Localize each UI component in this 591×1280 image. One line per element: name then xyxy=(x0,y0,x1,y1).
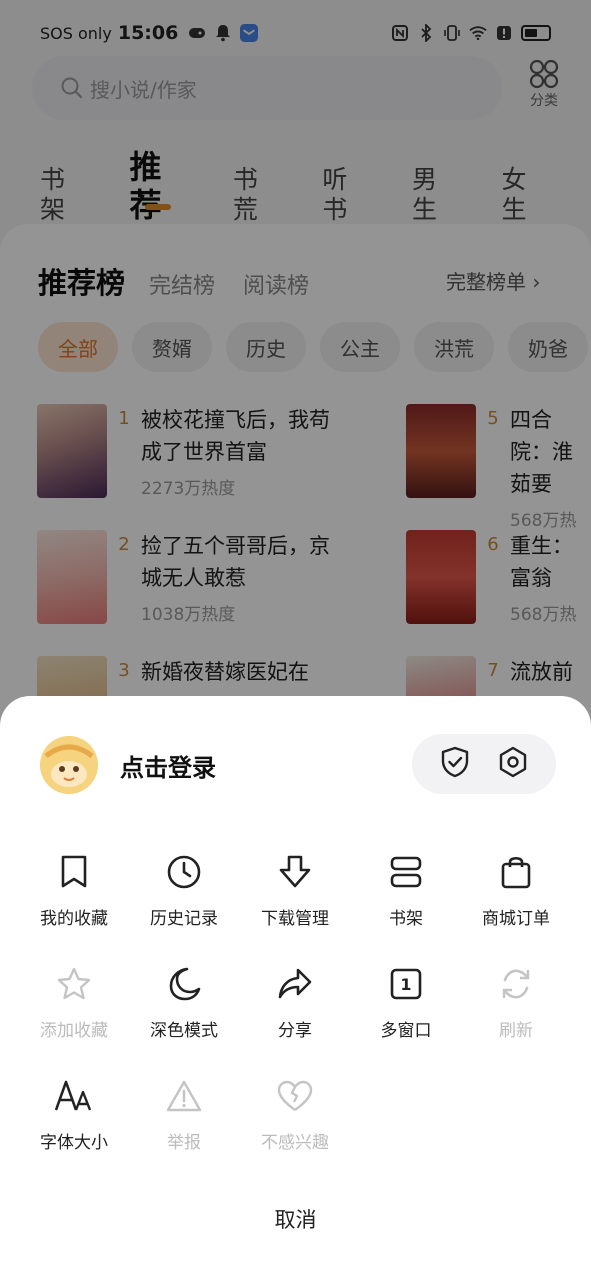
menu-sheet: 点击登录 我的收藏 历史记录 下载管理 书架 商城订单 添加收藏 深色模式 分享… xyxy=(0,696,591,1280)
multi-window-icon: 1 xyxy=(386,964,426,1004)
cancel-button[interactable]: 取消 xyxy=(0,1204,591,1234)
window-count-badge: 1 xyxy=(400,974,412,994)
broken-heart-icon xyxy=(275,1076,315,1116)
history-button[interactable]: 历史记录 xyxy=(129,852,239,929)
favorites-label: 我的收藏 xyxy=(40,909,108,929)
avatar[interactable] xyxy=(40,736,98,794)
report-label: 举报 xyxy=(167,1133,201,1153)
download-manager-label: 下载管理 xyxy=(261,909,329,929)
not-interested-button[interactable]: 不感兴趣 xyxy=(240,1076,350,1153)
font-size-icon xyxy=(54,1076,94,1116)
favorites-button[interactable]: 我的收藏 xyxy=(19,852,129,929)
font-size-button[interactable]: 字体大小 xyxy=(19,1076,129,1153)
warning-icon xyxy=(164,1076,204,1116)
store-orders-label: 商城订单 xyxy=(482,909,550,929)
bookshelf-label: 书架 xyxy=(389,909,423,929)
share-button[interactable]: 分享 xyxy=(240,964,350,1041)
bookshelf-icon xyxy=(386,852,426,892)
download-icon xyxy=(275,852,315,892)
multi-window-label: 多窗口 xyxy=(380,1021,432,1041)
store-orders-button[interactable]: 商城订单 xyxy=(461,852,571,929)
settings-icon[interactable] xyxy=(496,745,530,783)
dark-mode-button[interactable]: 深色模式 xyxy=(129,964,239,1041)
report-button[interactable]: 举报 xyxy=(129,1076,239,1153)
share-label: 分享 xyxy=(278,1021,312,1041)
share-icon xyxy=(275,964,315,1004)
dark-mode-label: 深色模式 xyxy=(150,1021,218,1041)
shopping-bag-icon xyxy=(496,852,536,892)
add-favorite-button[interactable]: 添加收藏 xyxy=(19,964,129,1041)
clock-icon xyxy=(164,852,204,892)
download-manager-button[interactable]: 下载管理 xyxy=(240,852,350,929)
add-favorite-label: 添加收藏 xyxy=(40,1021,108,1041)
not-interested-label: 不感兴趣 xyxy=(261,1133,329,1153)
refresh-button[interactable]: 刷新 xyxy=(461,964,571,1041)
history-label: 历史记录 xyxy=(150,909,218,929)
shield-icon[interactable] xyxy=(438,745,472,783)
bookmark-icon xyxy=(54,852,94,892)
font-size-label: 字体大小 xyxy=(40,1133,108,1153)
refresh-label: 刷新 xyxy=(499,1021,533,1041)
bookshelf-button[interactable]: 书架 xyxy=(351,852,461,929)
tools-pill xyxy=(412,734,556,794)
star-icon xyxy=(54,964,94,1004)
moon-icon xyxy=(164,964,204,1004)
refresh-icon xyxy=(496,964,536,1004)
multi-window-button[interactable]: 1 多窗口 xyxy=(351,964,461,1041)
login-button[interactable]: 点击登录 xyxy=(120,748,216,783)
